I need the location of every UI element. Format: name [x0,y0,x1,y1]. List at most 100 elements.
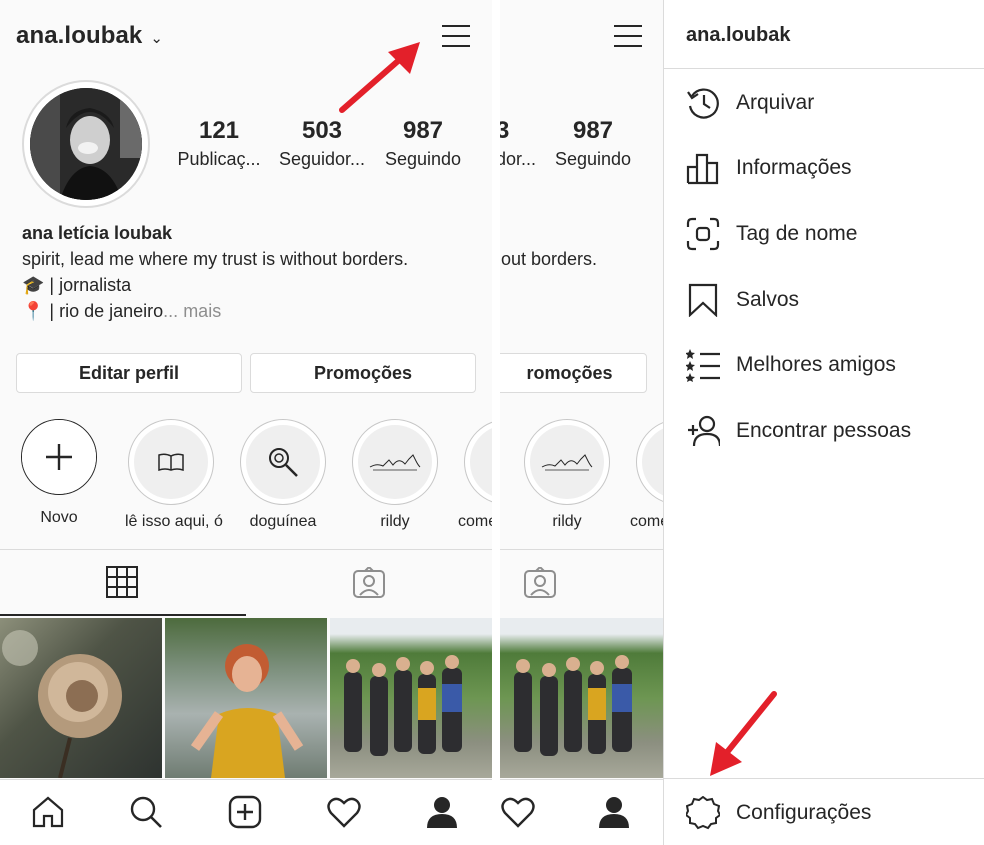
panel-separator [492,0,500,845]
menu-item-nametag[interactable]: Tag de nome [686,214,857,254]
stat-posts[interactable]: 121 Publicaç... [168,116,270,172]
bio-line: 🎓 | jornalista [22,275,132,295]
menu-item-label: Arquivar [736,91,815,114]
stat-label: Publicaç... [177,149,261,169]
post-thumbnail[interactable] [500,618,663,778]
bio-line: spirit, lead me where my trust is withou… [22,249,409,269]
post-thumbnail[interactable] [0,618,162,779]
archive-history-icon [686,86,720,120]
side-menu-drawer: ana.loubak Arquivar Informações Tag de n… [663,0,984,845]
menu-item-label: Melhores amigos [736,353,896,376]
landscape-sketch-icon [470,425,492,499]
stat-value: 987 [572,117,614,144]
annotation-arrow [339,42,420,113]
heart-icon[interactable] [326,794,362,830]
profile-screen: ana.loubak ⌄ 121 Publicaç... 503 Seguido… [0,0,492,845]
menu-item-saved[interactable]: Salvos [686,280,799,320]
highlight-item[interactable]: come [458,419,492,531]
drawer-username: ana.loubak [686,24,791,46]
menu-item-label: Configurações [736,801,872,824]
plus-icon [22,420,96,494]
highlight-label: lê isso aqui, ó [125,513,223,530]
menu-item-settings[interactable]: Configurações [686,793,871,833]
nametag-icon [686,217,720,251]
highlight-label: rildy [380,513,410,530]
highlight-circle [352,419,438,505]
bio-line: 📍 | rio de janeiro... mais [22,298,482,324]
stat-value: 503 [301,117,343,144]
bio-ellipsis: ... [163,301,179,321]
menu-item-close-friends[interactable]: Melhores amigos [686,345,896,385]
highlight-label: come [630,513,663,530]
highlight-item[interactable]: come [630,419,663,531]
menu-item-label: Tag de nome [736,222,858,245]
menu-hamburger-icon[interactable] [442,23,470,47]
new-post-icon[interactable] [227,794,263,830]
bottom-navigation [0,779,492,845]
home-icon[interactable] [30,794,66,830]
landscape-sketch-icon [642,425,663,499]
avatar [30,88,142,200]
profile-screen-behind-drawer: 3 dor... 987 Seguindo out borders. romoç… [500,0,663,845]
landscape-sketch-icon [530,425,604,499]
highlight-item[interactable]: lê isso aqui, ó [125,419,223,531]
bio-more-link[interactable]: mais [183,301,221,321]
bookmark-icon [686,283,720,317]
stat-label: Seguindo [384,149,462,169]
stat-following[interactable]: 987 Seguindo [378,116,468,172]
highlight-circle [21,419,97,495]
highlight-new[interactable]: Novo [13,419,105,527]
menu-item-discover-people[interactable]: Encontrar pessoas [686,411,911,451]
highlight-circle [524,419,610,505]
menu-hamburger-icon[interactable] [614,23,642,47]
highlight-item[interactable]: doguínea [237,419,329,531]
tagged-photos-icon[interactable] [352,565,386,604]
profile-icon[interactable] [596,794,632,830]
account-switcher[interactable]: ana.loubak ⌄ [16,22,163,50]
post-thumbnail[interactable] [330,618,492,778]
heart-icon[interactable] [500,794,536,830]
highlight-label: doguínea [249,513,317,530]
highlight-item[interactable]: rildy [521,419,613,531]
profile-tabs [0,549,492,616]
stat-followers-partial: 3 dor... [500,116,537,172]
menu-item-label: Encontrar pessoas [736,419,912,442]
profile-full-name: ana letícia loubak [22,223,173,243]
post-thumbnail[interactable] [165,618,327,778]
profile-avatar[interactable] [22,80,150,208]
highlight-circle [464,419,492,505]
stat-label: dor... [500,149,537,169]
stat-followers[interactable]: 503 Seguidor... [272,116,372,172]
profile-bio: ana letícia loubak spirit, lead me where… [22,220,482,324]
divider [664,68,984,69]
edit-profile-button[interactable]: Editar perfil [16,353,242,393]
bottom-navigation [500,779,663,845]
profile-icon[interactable] [424,794,460,830]
promotions-button[interactable]: romoções [500,353,647,393]
promotions-button[interactable]: Promoções [250,353,476,393]
insights-bar-chart-icon [686,151,720,185]
divider [664,778,984,779]
gear-icon [686,796,720,830]
menu-item-archive[interactable]: Arquivar [686,83,814,123]
tagged-photos-icon[interactable] [523,565,557,604]
highlight-label: rildy [552,513,582,530]
stat-value: 121 [198,117,240,144]
highlight-label: come [458,513,492,530]
highlight-label: Novo [40,509,78,526]
highlight-circle [240,419,326,505]
landscape-sketch-icon [358,425,432,499]
stat-following[interactable]: 987 Seguindo [548,116,638,172]
annotation-arrow [710,691,777,776]
highlight-item[interactable]: rildy [349,419,441,531]
search-icon[interactable] [128,794,164,830]
highlight-circle [128,419,214,505]
stat-label: Seguidor... [278,149,366,169]
menu-item-insights[interactable]: Informações [686,148,852,188]
chevron-down-icon: ⌄ [150,30,163,47]
stat-value: 987 [402,117,444,144]
grid-icon[interactable] [106,566,138,603]
close-friends-list-icon [686,348,720,382]
bio-fragment: out borders. [501,249,598,269]
magnifier-icon [246,425,320,499]
